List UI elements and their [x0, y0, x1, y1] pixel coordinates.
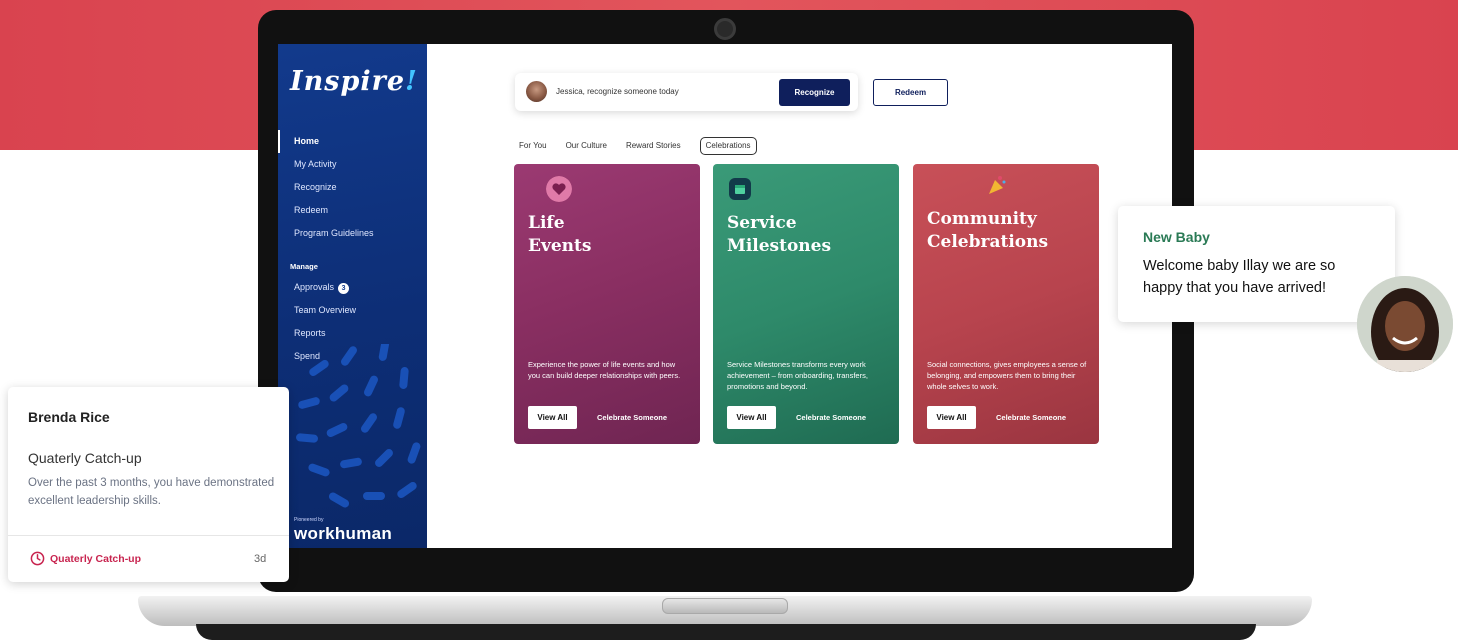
view-all-button[interactable]: View All	[727, 406, 776, 429]
card-description: Social connections, gives employees a se…	[927, 360, 1087, 391]
app-logo[interactable]: Inspire!	[290, 66, 418, 97]
life-events-card[interactable]: Life Events Experience the power of life …	[514, 164, 700, 444]
laptop-base-edge	[196, 624, 1256, 640]
notification-heading: New Baby	[1143, 229, 1210, 245]
manage-heading: Manage	[290, 262, 318, 271]
sidebar-item-reports[interactable]: Reports	[278, 322, 427, 345]
community-celebrations-card[interactable]: Community Celebrations Social connections…	[913, 164, 1099, 444]
recognition-notification-card[interactable]: Brenda Rice Quaterly Catch-up Over the p…	[8, 387, 289, 582]
approvals-count-badge: 3	[338, 283, 350, 294]
tab-celebrations[interactable]: Celebrations	[699, 137, 757, 155]
sidebar-item-home[interactable]: Home	[278, 130, 427, 153]
calendar-icon	[729, 178, 751, 200]
view-all-button[interactable]: View All	[528, 406, 577, 429]
celebrate-someone-link[interactable]: Celebrate Someone	[597, 413, 667, 422]
celebration-notification-card[interactable]: New Baby Welcome baby Illay we are so ha…	[1118, 206, 1395, 322]
card-title: Service Milestones	[727, 213, 832, 256]
divider	[8, 535, 289, 536]
card-background	[713, 164, 899, 444]
card-description: Service Milestones transforms every work…	[727, 360, 868, 391]
content-tabs: For You Our Culture Reward Stories Celeb…	[519, 137, 776, 155]
sidebar-item-my-activity[interactable]: My Activity	[278, 153, 427, 176]
recognize-button[interactable]: Recognize	[779, 79, 850, 106]
tab-for-you[interactable]: For You	[519, 137, 547, 155]
webcam-icon	[714, 18, 736, 40]
sender-name: Brenda Rice	[28, 409, 110, 425]
heart-icon	[546, 176, 572, 202]
service-milestones-card[interactable]: Service Milestones Service Milestones tra…	[713, 164, 899, 444]
sidebar-item-redeem[interactable]: Redeem	[278, 199, 427, 222]
card-background	[514, 164, 700, 444]
workhuman-logo: workhuman	[294, 524, 393, 543]
redeem-button[interactable]: Redeem	[873, 79, 948, 106]
sidebar-item-program-guidelines[interactable]: Program Guidelines	[278, 222, 427, 245]
sidebar-item-approvals[interactable]: Approvals 3	[278, 276, 427, 299]
card-description: Experience the power of life events and …	[528, 360, 681, 380]
tab-reward-stories[interactable]: Reward Stories	[626, 137, 681, 155]
notification-body: Over the past 3 months, you have demonst…	[28, 477, 275, 507]
celebrate-someone-link[interactable]: Celebrate Someone	[796, 413, 866, 422]
celebrate-someone-link[interactable]: Celebrate Someone	[996, 413, 1066, 422]
laptop-notch	[662, 598, 788, 614]
card-title: Life Events	[528, 213, 592, 256]
notification-text: Welcome baby Illay we are so happy that …	[1143, 258, 1336, 296]
sidebar: Inspire! Home My Activity Recognize Rede…	[278, 44, 427, 548]
sidebar-item-team-overview[interactable]: Team Overview	[278, 299, 427, 322]
primary-nav: Home My Activity Recognize Redeem Progra…	[278, 130, 427, 245]
app-window: Inspire! Home My Activity Recognize Rede…	[278, 44, 1172, 548]
sidebar-item-label: Approvals	[294, 282, 335, 292]
notification-age: 3d	[254, 553, 267, 565]
card-background	[913, 164, 1099, 444]
recognize-prompt-text: Jessica, recognize someone today	[556, 87, 679, 96]
notification-type-label: Quaterly Catch-up	[50, 553, 142, 565]
view-all-button[interactable]: View All	[927, 406, 976, 429]
avatar	[526, 81, 547, 102]
card-title: Community Celebrations	[927, 209, 1049, 252]
notification-subject: Quaterly Catch-up	[28, 450, 142, 466]
sidebar-item-recognize[interactable]: Recognize	[278, 176, 427, 199]
pioneered-by-label: Pioneered by	[294, 517, 324, 523]
tab-our-culture[interactable]: Our Culture	[566, 137, 607, 155]
clock-icon	[30, 551, 45, 566]
avatar	[1357, 276, 1453, 372]
party-popper-icon	[989, 176, 1006, 194]
page: Inspire! Home My Activity Recognize Rede…	[0, 0, 1458, 640]
laptop-frame: Inspire! Home My Activity Recognize Rede…	[258, 10, 1194, 592]
